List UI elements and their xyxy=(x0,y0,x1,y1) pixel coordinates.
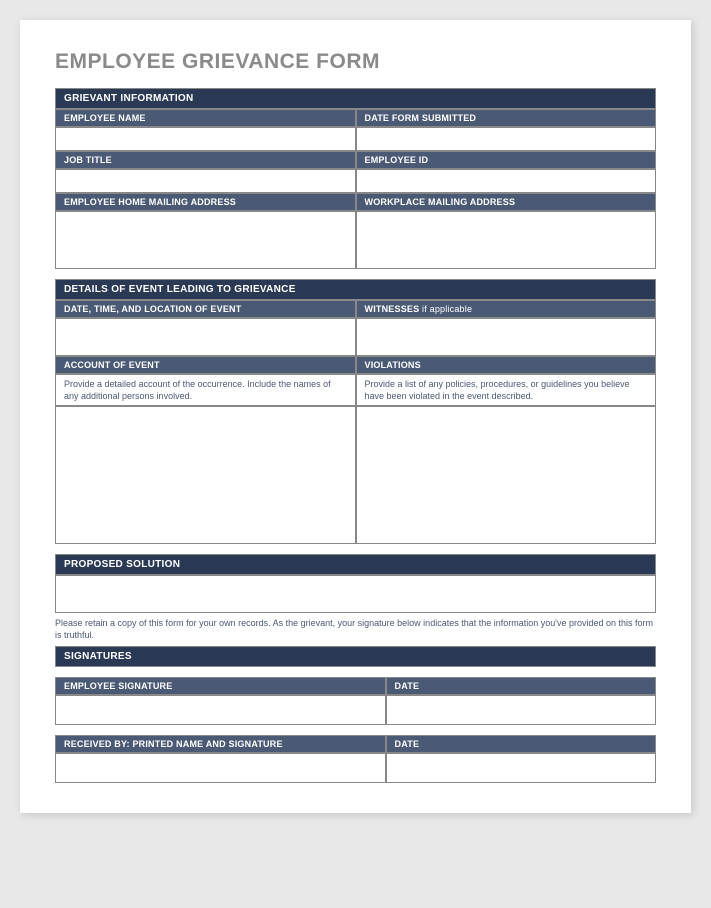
input-violations[interactable] xyxy=(356,406,657,544)
label-signature-date: DATE xyxy=(386,677,656,695)
input-employee-signature[interactable] xyxy=(55,695,386,725)
label-workplace-address: WORKPLACE MAILING ADDRESS xyxy=(356,193,657,211)
input-home-address[interactable] xyxy=(55,211,356,269)
input-date-time-location[interactable] xyxy=(55,318,356,356)
label-employee-name: EMPLOYEE NAME xyxy=(55,109,356,127)
label-home-address: EMPLOYEE HOME MAILING ADDRESS xyxy=(55,193,356,211)
label-employee-id: EMPLOYEE ID xyxy=(356,151,657,169)
label-date-submitted: DATE FORM SUBMITTED xyxy=(356,109,657,127)
label-witnesses-note: if applicable xyxy=(419,304,472,314)
label-employee-signature: EMPLOYEE SIGNATURE xyxy=(55,677,386,695)
input-job-title[interactable] xyxy=(55,169,356,193)
input-witnesses[interactable] xyxy=(356,318,657,356)
input-signature-date[interactable] xyxy=(386,695,656,725)
label-account: ACCOUNT OF EVENT xyxy=(55,356,356,374)
input-received-date[interactable] xyxy=(386,753,656,783)
input-received-by[interactable] xyxy=(55,753,386,783)
disclaimer-text: Please retain a copy of this form for yo… xyxy=(55,613,656,645)
label-job-title: JOB TITLE xyxy=(55,151,356,169)
input-employee-id[interactable] xyxy=(356,169,657,193)
label-received-by: RECEIVED BY: PRINTED NAME AND SIGNATURE xyxy=(55,735,386,753)
section-proposed-solution-header: PROPOSED SOLUTION xyxy=(55,554,656,575)
label-date-time-location: DATE, TIME, AND LOCATION OF EVENT xyxy=(55,300,356,318)
section-signatures-header: SIGNATURES xyxy=(55,646,656,667)
input-employee-name[interactable] xyxy=(55,127,356,151)
form-page: EMPLOYEE GRIEVANCE FORM GRIEVANT INFORMA… xyxy=(20,20,691,813)
label-received-date: DATE xyxy=(386,735,656,753)
input-account[interactable] xyxy=(55,406,356,544)
input-date-submitted[interactable] xyxy=(356,127,657,151)
page-title: EMPLOYEE GRIEVANCE FORM xyxy=(55,50,656,74)
label-violations: VIOLATIONS xyxy=(356,356,657,374)
input-proposed-solution[interactable] xyxy=(55,575,656,613)
instruction-account: Provide a detailed account of the occurr… xyxy=(55,374,356,406)
section-event-details-header: DETAILS OF EVENT LEADING TO GRIEVANCE xyxy=(55,279,656,300)
label-witnesses-text: WITNESSES xyxy=(365,304,420,314)
input-workplace-address[interactable] xyxy=(356,211,657,269)
label-witnesses: WITNESSES if applicable xyxy=(356,300,657,318)
instruction-violations: Provide a list of any policies, procedur… xyxy=(356,374,657,406)
section-grievant-info-header: GRIEVANT INFORMATION xyxy=(55,88,656,109)
